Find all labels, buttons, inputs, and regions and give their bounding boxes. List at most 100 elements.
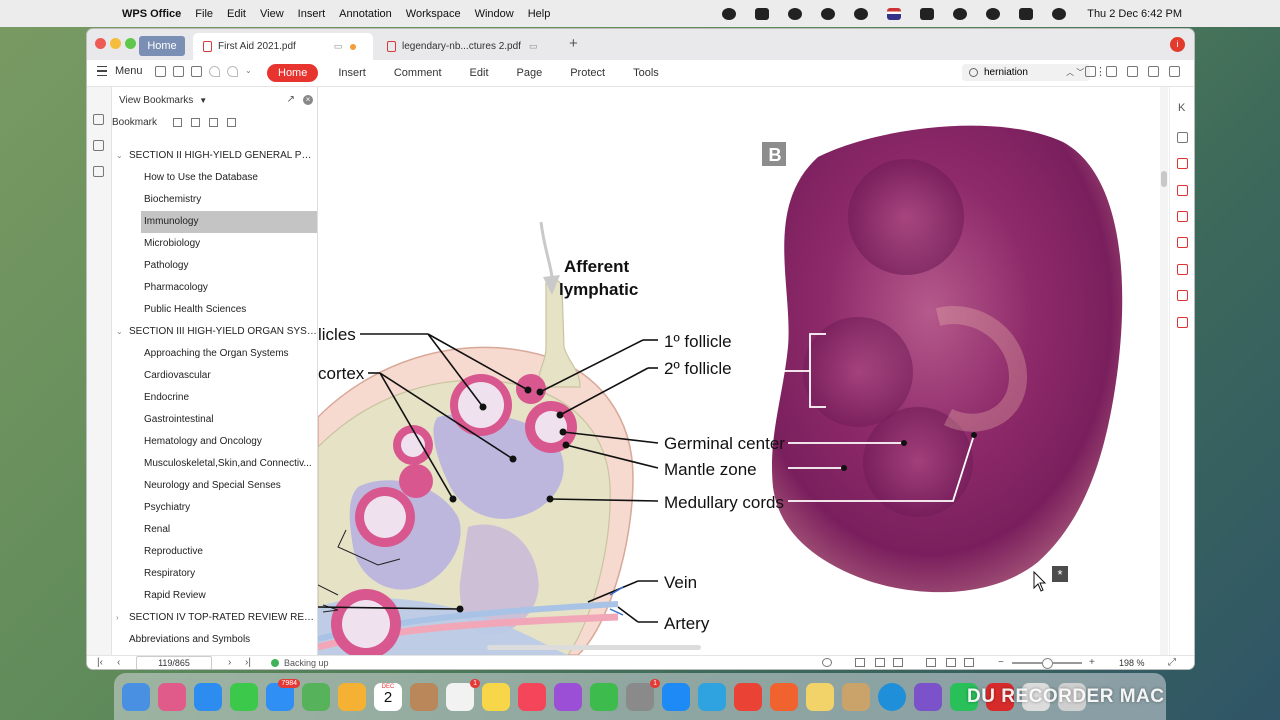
ribbon-tab-edit[interactable]: Edit — [470, 64, 489, 82]
cloud-icon[interactable] — [821, 7, 836, 20]
maps-icon[interactable] — [302, 682, 330, 711]
ribbon-tab-protect[interactable]: Protect — [570, 64, 605, 82]
bookmarks-panel-icon[interactable] — [93, 114, 104, 125]
app-menu[interactable]: WPS Office — [122, 8, 181, 20]
popout-icon[interactable]: ↗ — [287, 94, 295, 105]
telegram-icon[interactable] — [698, 682, 726, 711]
menu-insert[interactable]: Insert — [298, 8, 326, 20]
ribbon-tab-tools[interactable]: Tools — [633, 64, 659, 82]
messages-icon[interactable] — [230, 682, 258, 711]
add-tab-icon[interactable]: + — [569, 35, 578, 52]
reminders-icon[interactable]: 1 — [446, 678, 480, 711]
ribbon-tab-comment[interactable]: Comment — [394, 64, 442, 82]
close-window-button[interactable] — [95, 38, 106, 49]
tab-first-aid[interactable]: First Aid 2021.pdf ▭ — [193, 33, 373, 60]
input-source-flag-icon[interactable] — [887, 7, 902, 20]
photos-icon[interactable] — [338, 682, 366, 711]
prev-page-icon[interactable]: ‹ — [117, 656, 120, 669]
menu-button[interactable]: Menu — [97, 65, 143, 77]
add-bookmark-icon[interactable] — [173, 118, 183, 127]
bookmark-item[interactable]: Biochemistry — [112, 189, 317, 211]
pdf-to-ppt-icon[interactable] — [1177, 264, 1188, 275]
launchpad-icon[interactable] — [158, 682, 186, 711]
app-store-icon[interactable] — [662, 682, 690, 711]
fit-page-icon[interactable] — [946, 658, 956, 667]
bookmark-item[interactable]: Pathology — [112, 255, 317, 277]
zoom-in-icon[interactable]: + — [1089, 656, 1095, 669]
single-page-icon[interactable] — [855, 658, 865, 667]
fullscreen-icon[interactable]: ⤢ — [1168, 656, 1176, 669]
bookmark-item[interactable]: Public Health Sciences — [112, 299, 317, 321]
ribbon-tab-home[interactable]: Home — [267, 64, 319, 82]
bookmark-item[interactable]: Gastrointestinal — [112, 409, 317, 431]
ribbon-tab-insert[interactable]: Insert — [338, 64, 366, 82]
menu-window[interactable]: Window — [475, 8, 514, 20]
pdf-to-text-icon[interactable] — [1177, 158, 1188, 169]
chevron-down-icon[interactable]: ⌄ — [116, 145, 123, 167]
settings-gear-icon[interactable] — [1127, 66, 1138, 77]
menu-edit[interactable]: Edit — [227, 8, 246, 20]
play-icon[interactable] — [854, 7, 869, 20]
minimize-window-button[interactable] — [110, 38, 121, 49]
last-page-icon[interactable]: ›| — [245, 656, 251, 669]
menubar-clock[interactable]: Thu 2 Dec 6:42 PM — [1087, 8, 1182, 20]
attachments-icon[interactable] — [93, 166, 104, 177]
menu-file[interactable]: File — [195, 8, 213, 20]
bookmark-section[interactable]: ⌄ SECTION III HIGH-YIELD ORGAN SYSTE... — [112, 321, 317, 343]
apple-icon[interactable] — [98, 7, 112, 21]
actual-size-icon[interactable] — [964, 658, 974, 667]
control-center-icon[interactable] — [1019, 7, 1034, 20]
bookmark-item[interactable]: Rapid Review — [112, 585, 317, 607]
bookmark-section[interactable]: › SECTION IV TOP-RATED REVIEW RESO... — [112, 607, 317, 629]
calendar-icon[interactable]: DEC 2 — [374, 682, 402, 711]
bookmark-section[interactable]: ⌄ SECTION II HIGH-YIELD GENERAL PRIN... — [112, 145, 317, 167]
numbers-icon[interactable] — [590, 682, 618, 711]
bookmark-item[interactable]: Cardiovascular — [112, 365, 317, 387]
fit-width-icon[interactable] — [926, 658, 936, 667]
collapse-chevron-icon[interactable] — [1169, 66, 1180, 77]
skype-icon[interactable] — [878, 682, 906, 711]
thumbnails-icon[interactable] — [93, 140, 104, 151]
wifi-icon[interactable] — [953, 7, 968, 20]
bookmark-item[interactable]: Musculoskeletal,Skin,and Connectiv... — [112, 453, 317, 475]
pdf-split-icon[interactable] — [1177, 317, 1188, 328]
menu-annotation[interactable]: Annotation — [339, 8, 392, 20]
pdf-to-excel-icon[interactable] — [1177, 237, 1188, 248]
customize-chevron-icon[interactable]: ⌄ — [245, 66, 252, 77]
spotlight-search-icon[interactable] — [986, 7, 1001, 20]
pdf-compress-icon[interactable] — [1177, 290, 1188, 301]
more-icon[interactable] — [1148, 66, 1159, 77]
viber-icon[interactable] — [914, 682, 942, 711]
first-page-icon[interactable]: |‹ — [97, 656, 103, 669]
mail-icon[interactable]: 7984 — [266, 678, 300, 711]
system-preferences-icon[interactable]: 1 — [626, 678, 660, 711]
bookmark-item[interactable]: Microbiology — [112, 233, 317, 255]
siri-icon[interactable] — [1052, 7, 1067, 20]
print-icon[interactable] — [1177, 132, 1188, 143]
close-icon[interactable]: × — [303, 94, 313, 105]
chrome-icon[interactable] — [734, 682, 762, 711]
remove-bookmark-icon[interactable] — [191, 118, 201, 127]
redo-icon[interactable] — [227, 66, 238, 77]
safari-icon[interactable] — [194, 682, 222, 711]
bookmark-item[interactable]: Psychiatry — [112, 497, 317, 519]
battery-icon[interactable] — [920, 7, 935, 20]
zoom-level[interactable]: 198 % — [1119, 656, 1145, 669]
tab-display-icon[interactable]: ▭ — [529, 41, 538, 52]
du-recorder-icon[interactable] — [770, 682, 798, 711]
vertical-scrollbar[interactable] — [1160, 87, 1168, 655]
undo-icon[interactable] — [209, 66, 220, 77]
pdf-convert-icon[interactable] — [1177, 211, 1188, 222]
horizontal-scrollbar[interactable] — [487, 645, 701, 650]
chevron-down-icon[interactable]: ⌄ — [116, 321, 123, 343]
save-icon[interactable] — [173, 66, 184, 77]
collapse-panel-icon[interactable]: K — [1178, 102, 1185, 114]
account-icon[interactable]: i — [1170, 37, 1185, 52]
next-page-icon[interactable]: › — [228, 656, 231, 669]
zoom-slider-knob[interactable] — [1042, 658, 1053, 669]
menu-help[interactable]: Help — [528, 8, 551, 20]
bookmark-item[interactable]: Hematology and Oncology — [112, 431, 317, 453]
viber-tray-icon[interactable] — [722, 7, 737, 20]
tab-display-icon[interactable]: ▭ — [334, 41, 343, 52]
share-icon[interactable] — [1085, 66, 1096, 77]
